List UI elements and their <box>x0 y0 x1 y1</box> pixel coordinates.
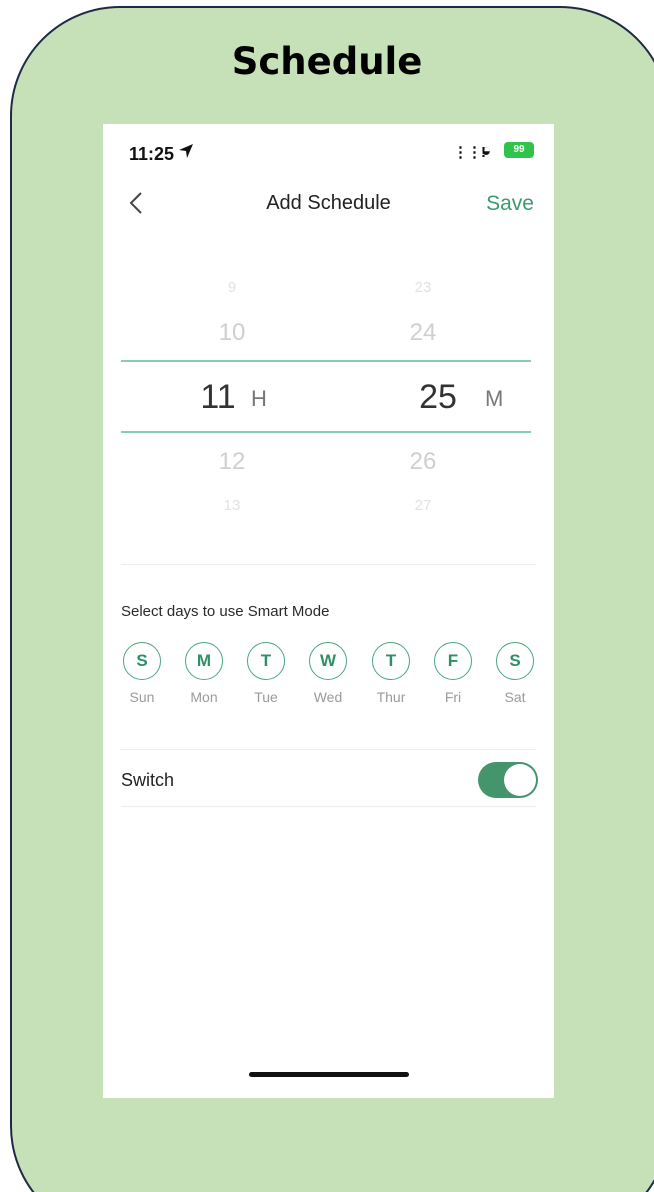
day-wed[interactable]: W Wed <box>306 642 350 705</box>
hour-option[interactable]: 10 <box>202 319 262 347</box>
day-name: Thur <box>376 689 406 705</box>
day-circle[interactable]: S <box>496 642 534 680</box>
wifi-icon: ◒ <box>481 141 492 160</box>
phone-screen: 11:25 ⋮⋮! ◒ 99 Add Schedule Save 9 10 11… <box>103 124 554 1098</box>
hour-option[interactable]: 12 <box>202 448 262 476</box>
divider <box>121 749 536 750</box>
days-label: Select days to use Smart Mode <box>121 603 330 620</box>
day-circle[interactable]: W <box>309 642 347 680</box>
status-time: 11:25 <box>129 144 175 164</box>
day-circle[interactable]: M <box>185 642 223 680</box>
minute-unit: M <box>485 386 504 411</box>
day-tue[interactable]: T Tue <box>244 642 288 705</box>
selected-minute[interactable]: 25 <box>408 378 468 417</box>
picker-top-line <box>121 360 531 362</box>
hour-unit: H <box>251 386 267 411</box>
day-circle[interactable]: T <box>247 642 285 680</box>
day-name: Sun <box>129 689 155 705</box>
home-indicator[interactable] <box>249 1072 409 1077</box>
day-name: Tue <box>254 689 278 705</box>
day-circle[interactable]: T <box>372 642 410 680</box>
day-mon[interactable]: M Mon <box>182 642 226 705</box>
day-thur[interactable]: T Thur <box>369 642 413 705</box>
switch-toggle[interactable] <box>478 762 538 798</box>
day-name: Wed <box>313 689 343 705</box>
divider <box>121 806 536 807</box>
divider <box>121 564 536 565</box>
day-name: Fri <box>444 689 462 705</box>
day-fri[interactable]: F Fri <box>431 642 475 705</box>
location-arrow-icon <box>179 144 193 158</box>
minute-option[interactable]: 24 <box>393 319 453 347</box>
save-button[interactable]: Save <box>486 192 534 216</box>
selected-hour[interactable]: 11 <box>188 378 248 417</box>
day-circle[interactable]: F <box>434 642 472 680</box>
day-circle[interactable]: S <box>123 642 161 680</box>
day-sun[interactable]: S Sun <box>120 642 164 705</box>
minute-option[interactable]: 27 <box>393 497 453 514</box>
day-name: Sat <box>504 689 526 705</box>
hour-option[interactable]: 9 <box>202 279 262 296</box>
battery-icon: 99 <box>504 142 534 158</box>
picker-bottom-line <box>121 431 531 433</box>
minute-option[interactable]: 23 <box>393 279 453 296</box>
toggle-knob <box>504 764 536 796</box>
day-name: Mon <box>190 689 218 705</box>
day-sat[interactable]: S Sat <box>493 642 537 705</box>
switch-label: Switch <box>121 770 175 790</box>
minute-option[interactable]: 26 <box>393 448 453 476</box>
page-heading: Schedule <box>231 40 423 83</box>
hour-option[interactable]: 13 <box>202 497 262 514</box>
